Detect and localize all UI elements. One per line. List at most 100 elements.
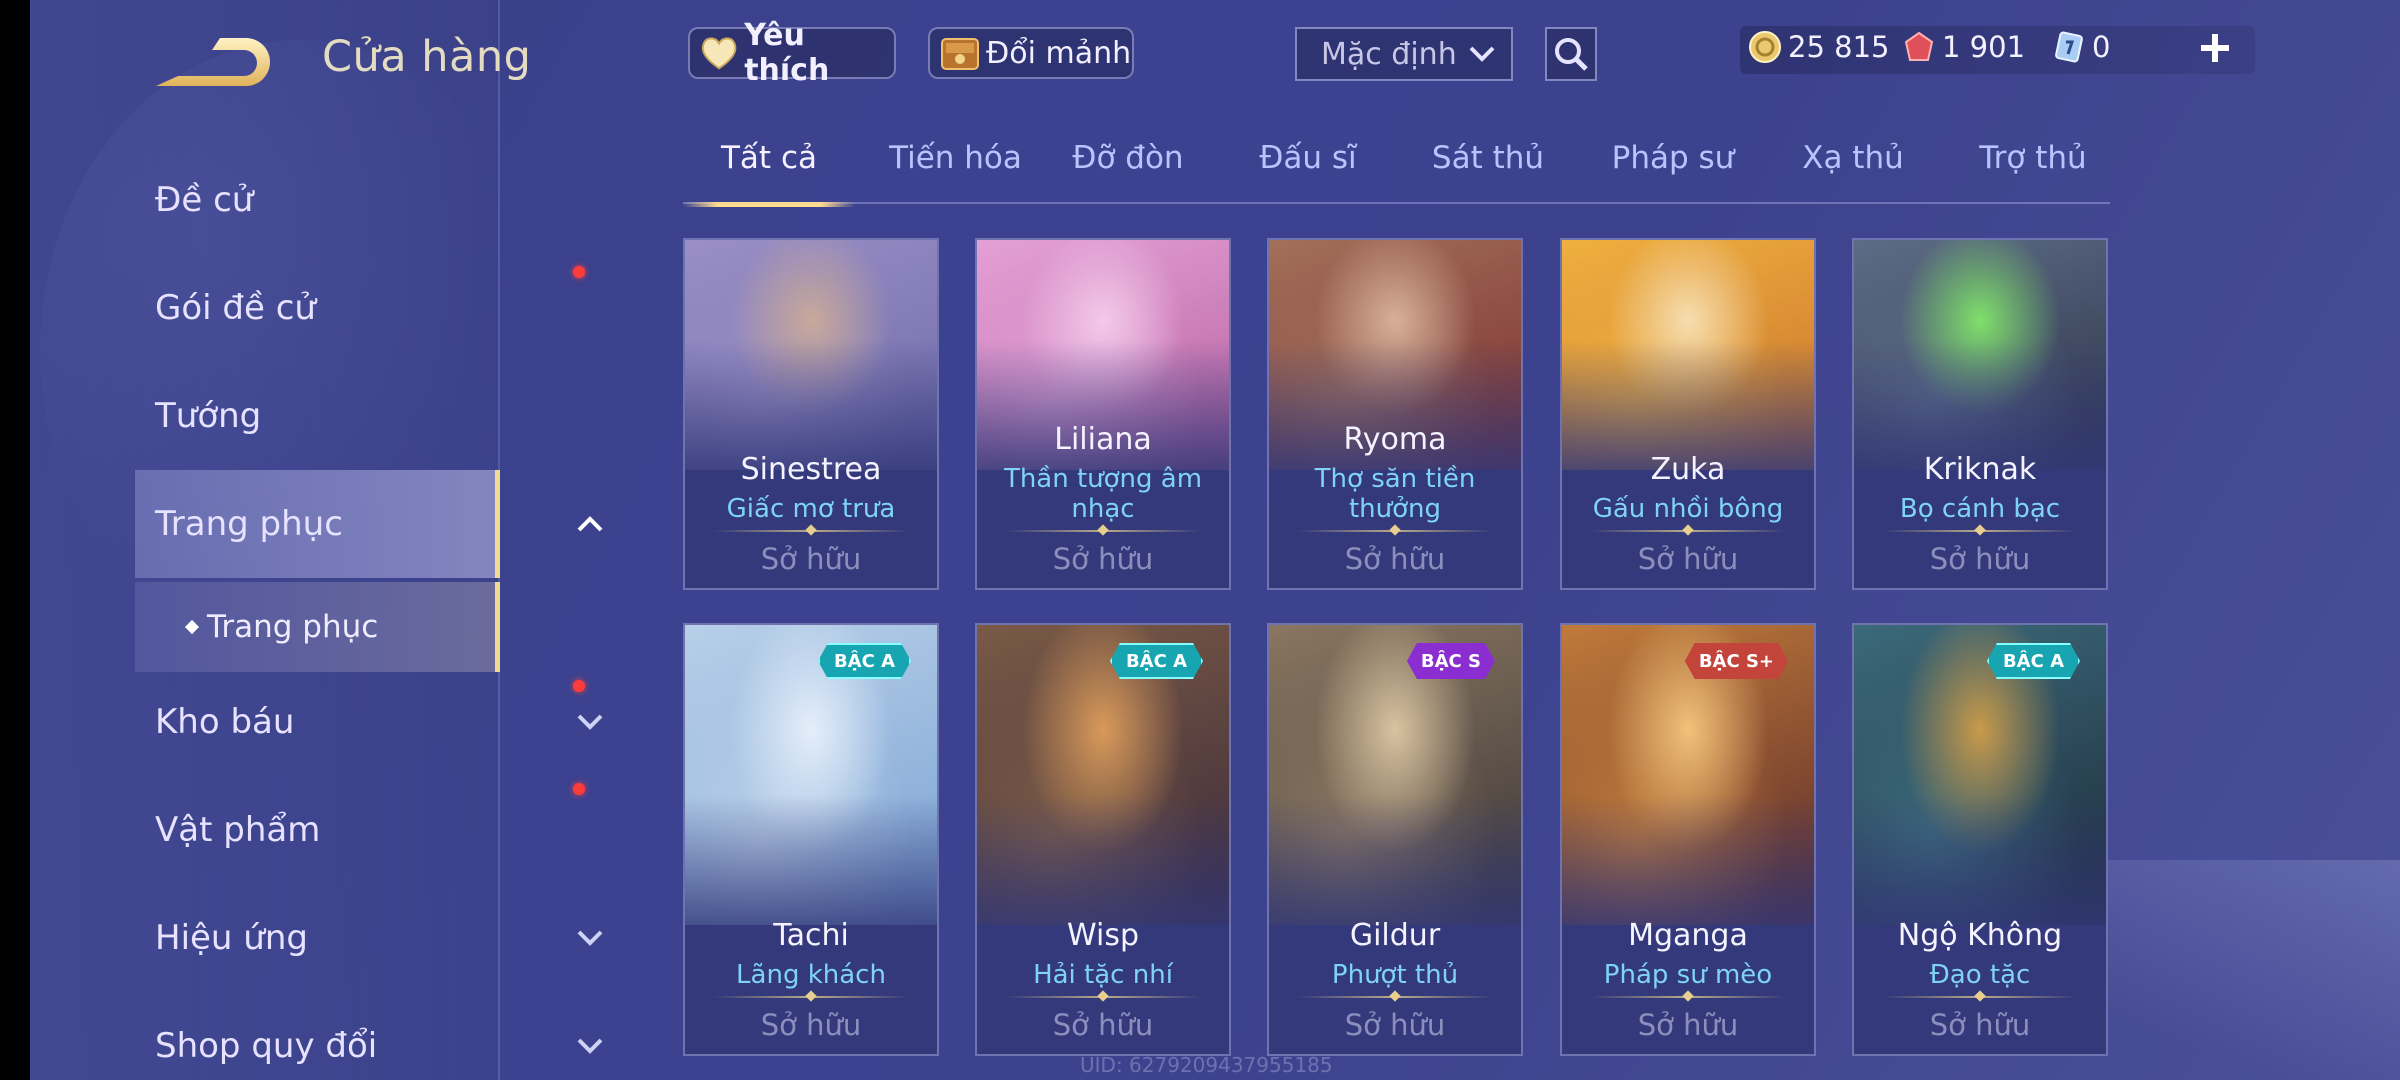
sidebar-item-label: Gói đề cử (155, 288, 316, 328)
back-arrow-icon (156, 38, 270, 86)
chevron-down-icon (577, 714, 603, 730)
ruby-amount: 1 901 (1942, 30, 2026, 64)
tab-label: Sát thủ (1431, 140, 1545, 176)
category-tabs: Tất cả Tiến hóa Đỡ đòn Đấu sĩ Sát thủ Ph… (683, 140, 2113, 207)
ruby-icon (1904, 31, 1934, 61)
tab-mage[interactable]: Pháp sư (1593, 140, 1753, 204)
sidebar-item-label: Tướng (155, 396, 262, 436)
tab-label: Pháp sư (1611, 140, 1735, 176)
card-divider (1297, 530, 1493, 532)
ticket-currency: 0 (2052, 30, 2110, 64)
card-divider (713, 996, 909, 998)
search-icon (1555, 38, 1588, 71)
sidebar-subitem-skins[interactable]: Trang phục (135, 582, 500, 672)
hero-name: Ngộ Không (1897, 918, 2063, 953)
skin-card[interactable]: Ryoma Thợ săn tiền thưởng Sở hữu (1267, 238, 1523, 590)
sidebar-item-treasure[interactable]: Kho báu (135, 672, 603, 772)
page-title: Cửa hàng (322, 32, 532, 82)
sidebar-item-items[interactable]: Vật phẩm (135, 780, 585, 880)
tier-badge: BẬC A (1110, 643, 1203, 679)
hero-name: Ryoma (1343, 422, 1447, 457)
gold-amount: 25 815 (1788, 30, 1890, 64)
skin-card[interactable]: BẬC A Wisp Hải tặc nhí Sở hữu (975, 623, 1231, 1056)
tab-all[interactable]: Tất cả (683, 140, 855, 207)
tab-label: Tiến hóa (889, 140, 1022, 176)
skin-name: Thần tượng âm nhạc (1003, 464, 1203, 524)
hero-name: Mganga (1628, 918, 1748, 953)
sidebar-item-recommended-packs[interactable]: Gói đề cử (135, 258, 585, 358)
skin-name: Đạo tặc (1929, 960, 2031, 990)
sidebar-item-exchange-shop[interactable]: Shop quy đổi (135, 996, 603, 1080)
card-divider (1005, 996, 1201, 998)
notification-dot (573, 266, 585, 278)
voucher-icon (2055, 31, 2083, 63)
owned-status: Sở hữu (1052, 1008, 1154, 1042)
sort-value: Mặc định (1321, 36, 1457, 72)
sidebar-item-effects[interactable]: Hiệu ứng (135, 888, 603, 988)
sort-dropdown[interactable]: Mặc định (1295, 27, 1513, 81)
tab-tank[interactable]: Đỡ đòn (1053, 140, 1203, 204)
tab-assassin[interactable]: Sát thủ (1408, 140, 1568, 204)
back-button[interactable] (150, 28, 280, 96)
tier-badge: BẬC A (1987, 643, 2080, 679)
skin-card[interactable]: Liliana Thần tượng âm nhạc Sở hữu (975, 238, 1231, 590)
skin-card[interactable]: Sinestrea Giấc mơ trưa Sở hữu (683, 238, 939, 590)
owned-status: Sở hữu (1637, 1008, 1739, 1042)
hero-name: Kriknak (1923, 452, 2037, 487)
skin-name: Gấu nhồi bông (1592, 494, 1784, 524)
skin-name: Thợ săn tiền thưởng (1314, 464, 1476, 524)
sidebar-item-recommended[interactable]: Đề cử (135, 150, 500, 250)
exchange-shards-button[interactable]: Đổi mảnh (928, 27, 1134, 79)
notification-dot (573, 680, 585, 692)
favorite-label: Yêu thích (744, 18, 830, 88)
sidebar-item-skins[interactable]: Trang phục (135, 470, 603, 578)
hero-name: Liliana (1054, 422, 1152, 457)
owned-status: Sở hữu (1052, 542, 1154, 576)
card-divider (1882, 996, 2078, 998)
tier-badge: BẬC A (818, 643, 911, 679)
skin-card[interactable]: BẬC S Gildur Phượt thủ Sở hữu (1267, 623, 1523, 1056)
hero-name: Zuka (1650, 452, 1726, 487)
tab-marksman[interactable]: Xạ thủ (1773, 140, 1933, 204)
chevron-down-icon (577, 930, 603, 946)
card-divider (1882, 530, 2078, 532)
add-currency-button[interactable] (2195, 26, 2235, 70)
plus-icon (2201, 34, 2229, 62)
sidebar-item-label: Trang phục (155, 504, 343, 544)
gold-coin-icon (1749, 31, 1781, 63)
favorite-button[interactable]: Yêu thích (688, 18, 896, 88)
skin-card[interactable]: BẬC A Ngộ Không Đạo tặc Sở hữu (1852, 623, 2108, 1056)
bullet-icon (184, 619, 200, 635)
skin-card[interactable]: BẬC S+ Mganga Pháp sư mèo Sở hữu (1560, 623, 1816, 1056)
skin-card[interactable]: Kriknak Bọ cánh bạc Sở hữu (1852, 238, 2108, 590)
tier-badge: BẬC S (1407, 643, 1495, 679)
sidebar-item-heroes[interactable]: Tướng (135, 366, 500, 466)
tab-fighter[interactable]: Đấu sĩ (1228, 140, 1388, 204)
tab-label: Đấu sĩ (1259, 140, 1357, 176)
shop-screen: Cửa hàng Đề cử Gói đề cử Tướng Trang phụ… (0, 0, 2400, 1080)
skin-name: Bọ cánh bạc (1899, 494, 2061, 524)
sidebar-item-label: Kho báu (155, 702, 295, 742)
skin-name: Lãng khách (736, 960, 886, 990)
chevron-down-icon (577, 1038, 603, 1054)
skin-card[interactable]: BẬC A Tachi Lãng khách Sở hữu (683, 623, 939, 1056)
sidebar-item-label: Shop quy đổi (155, 1026, 378, 1066)
sidebar-subitem-label: Trang phục (207, 609, 379, 645)
tab-label: Tất cả (721, 140, 817, 176)
screen-edge (0, 0, 30, 1080)
search-button[interactable] (1545, 27, 1597, 81)
card-divider (713, 530, 909, 532)
chevron-down-icon (1469, 46, 1495, 62)
hero-name: Tachi (773, 918, 849, 953)
skin-card[interactable]: Zuka Gấu nhồi bông Sở hữu (1560, 238, 1816, 590)
skin-name: Phượt thủ (1331, 960, 1459, 990)
tab-support[interactable]: Trợ thủ (1953, 140, 2113, 204)
card-divider (1590, 530, 1786, 532)
exchange-label: Đổi mảnh (986, 35, 1132, 71)
owned-status: Sở hữu (1344, 1008, 1446, 1042)
owned-status: Sở hữu (1929, 542, 2031, 576)
tier-badge: BẬC S+ (1685, 643, 1788, 679)
card-divider (1297, 996, 1493, 998)
ticket-amount: 0 (2092, 30, 2111, 64)
tab-evolution[interactable]: Tiến hóa (873, 140, 1038, 204)
